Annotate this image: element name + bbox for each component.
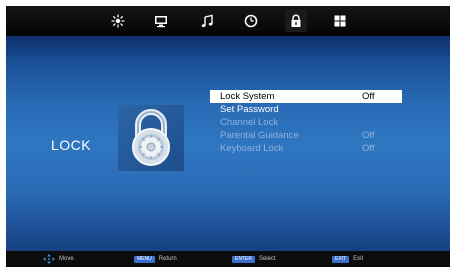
menu-item-value: Off [362,130,375,141]
picture-sun-icon [111,14,125,28]
clock-icon [244,14,258,28]
menu-item-label: Lock System [220,91,275,102]
hint-return-label: Return [158,256,177,262]
menu-item-label: Keyboard Lock [220,143,284,154]
hint-move-label: Move [59,256,74,262]
grid-icon [334,15,346,27]
menu-item-parental-guidance: Parental Guidance Off [210,129,402,142]
menu-item-lock-system[interactable]: Lock System Off [210,90,402,103]
exit-key: EXIT [332,255,350,263]
hint-return: MENU Return [134,254,177,264]
hint-move: Move [43,254,74,264]
tab-setup[interactable] [329,10,351,32]
menu-item-value: Off [362,91,375,102]
menu-item-label: Channel Lock [220,117,279,128]
footer-hint-bar: Move MENU Return ENTER Select EXIT Exit [6,251,450,267]
enter-key: ENTER [232,255,255,263]
hint-select: ENTER Select [232,254,276,264]
menu-item-keyboard-lock: Keyboard Lock Off [210,142,402,155]
menu-key: MENU [134,255,155,263]
tab-picture[interactable] [107,10,129,32]
hint-select-label: Select [258,256,276,262]
lock-illustration [118,105,184,171]
tab-time[interactable] [240,10,262,32]
menu-item-label: Parental Guidance [220,130,299,141]
page-title: LOCK [51,137,92,153]
hint-exit: EXIT Exit [332,254,363,264]
menu-item-set-password[interactable]: Set Password [210,103,402,116]
hint-exit-label: Exit [353,256,364,262]
menu-item-channel-lock: Channel Lock [210,116,402,129]
menu-item-label: Set Password [220,104,279,115]
menu-panel: LOCK Lock System Off Set Password Channe… [6,36,450,251]
padlock-icon [291,14,301,27]
tv-osd-screen: LOCK Lock System Off Set Password Channe… [6,6,450,267]
category-tab-bar [6,6,450,36]
tab-sound[interactable] [196,10,218,32]
lock-dial-icon [132,109,170,166]
lock-menu-list: Lock System Off Set Password Channel Loc… [210,90,402,155]
menu-item-value: Off [362,143,375,154]
directional-arrows-icon [43,254,55,264]
music-note-icon [201,14,213,27]
tab-screen[interactable] [150,10,172,32]
tab-lock[interactable] [285,10,307,32]
monitor-icon [155,16,167,28]
